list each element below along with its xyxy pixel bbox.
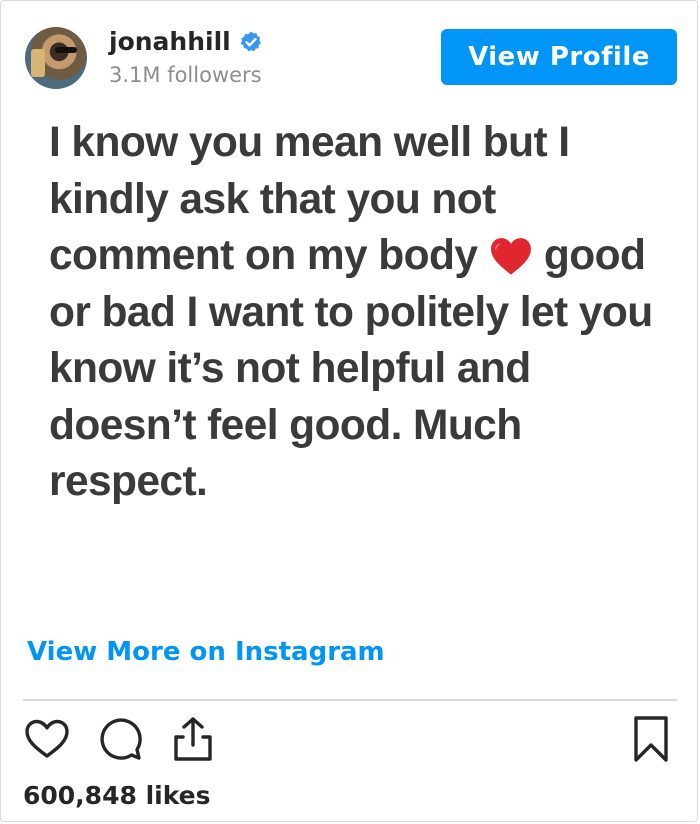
bookmark-icon[interactable]	[627, 715, 675, 763]
username-row: jonahhill	[109, 27, 263, 56]
post-image[interactable]: I know you mean well but I kindly ask th…	[3, 97, 697, 617]
action-bar	[23, 715, 675, 767]
view-profile-button[interactable]: View Profile	[441, 29, 677, 85]
avatar[interactable]	[25, 27, 87, 89]
follower-count: 3.1M followers	[109, 63, 262, 87]
share-icon[interactable]	[169, 715, 217, 763]
post-header: jonahhill 3.1M followers View Profile	[25, 25, 677, 89]
divider	[23, 699, 677, 701]
verified-badge-icon	[239, 30, 263, 54]
comment-icon[interactable]	[97, 715, 145, 763]
heart-icon[interactable]	[23, 715, 71, 763]
username[interactable]: jonahhill	[109, 27, 231, 56]
post-text: I know you mean well but I kindly ask th…	[49, 115, 669, 511]
red-heart-icon	[490, 238, 531, 275]
instagram-embed-card: jonahhill 3.1M followers View Profile I …	[0, 0, 698, 822]
view-more-link[interactable]: View More on Instagram	[27, 637, 385, 667]
like-count[interactable]: 600,848 likes	[23, 781, 211, 810]
